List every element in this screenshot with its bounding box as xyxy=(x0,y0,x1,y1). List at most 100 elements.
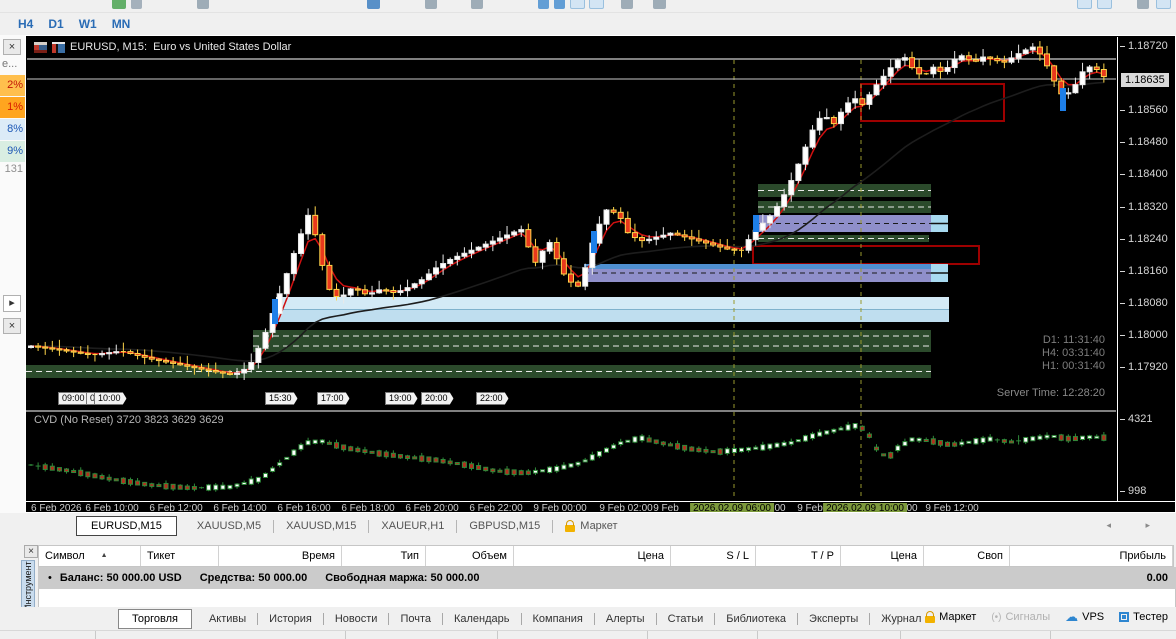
tab-3[interactable]: Почта xyxy=(389,609,442,629)
toolbar-icon[interactable] xyxy=(621,0,633,9)
chart-title: EURUSD, M15: Euro vs United States Dolla… xyxy=(70,41,292,53)
footer-separator xyxy=(900,631,901,639)
column-header-время[interactable]: Время xyxy=(219,546,342,566)
column-header-объем[interactable]: Объем xyxy=(426,546,514,566)
timeframe-d1[interactable]: D1 xyxy=(48,17,63,31)
countdown-line: H1: 00:31:40 xyxy=(1042,360,1105,372)
column-header-прибыль[interactable]: Прибыль xyxy=(1010,546,1173,566)
dock-truncated-label: e... xyxy=(2,58,18,70)
countdown-line: D1: 11:31:40 xyxy=(1042,334,1105,346)
toolbar-icon[interactable] xyxy=(471,0,483,9)
time-label: 6 Feb 22:00 xyxy=(469,503,523,513)
time-label: 9 Feb 00:00 xyxy=(533,503,587,513)
toolbar-icon[interactable] xyxy=(589,0,604,9)
chart-title-bar: EURUSD, M15: Euro vs United States Dolla… xyxy=(34,40,291,54)
toolbar-icon[interactable] xyxy=(1097,0,1112,9)
toolbar-icon[interactable] xyxy=(554,0,565,9)
tab-trade[interactable]: Торговля xyxy=(118,608,192,629)
dock-tab-instrument[interactable]: Инструмент xyxy=(21,560,35,612)
footer-strip xyxy=(0,630,1176,639)
toolbar-icon[interactable] xyxy=(1156,0,1171,9)
sort-asc-icon: ▲ xyxy=(100,552,108,559)
toolbar-icon[interactable] xyxy=(197,0,209,9)
chart-tab[interactable]: GBPUSD,M15 xyxy=(457,517,552,535)
column-header-тип[interactable]: Тип xyxy=(342,546,426,566)
chart-tab-bar: ◂ ▸ EURUSD,M15 XAUUSD,M5 XAUUSD,M15 XAUEUR,… xyxy=(0,513,1176,539)
toolbar-icon[interactable] xyxy=(1077,0,1092,9)
toolbar-icon[interactable] xyxy=(367,0,380,9)
tab-scroll-arrows[interactable]: ◂ ▸ xyxy=(1106,520,1166,531)
chart-tab-active[interactable]: EURUSD,M15 xyxy=(76,516,177,536)
column-header-тикет[interactable]: Тикет xyxy=(141,546,219,566)
chart-window[interactable]: EURUSD, M15: Euro vs United States Dolla… xyxy=(25,35,1176,513)
tab-2[interactable]: Новости xyxy=(324,609,389,629)
tab-9[interactable]: Эксперты xyxy=(798,609,869,629)
chart-tab-market[interactable]: Маркет xyxy=(553,517,629,535)
toolbar-icon[interactable] xyxy=(570,0,585,9)
server-time: Server Time: 12:28:20 xyxy=(996,387,1105,399)
footer-separator xyxy=(1050,631,1051,639)
orders-table-body[interactable] xyxy=(38,589,1176,607)
time-axis[interactable]: 6 Feb 2026 6 Feb 10:00 6 Feb 12:00 6 Feb 14… xyxy=(26,501,1175,513)
timeframe-w1[interactable]: W1 xyxy=(79,17,97,31)
chart-tab[interactable]: XAUUSD,M15 xyxy=(274,517,368,535)
toolbar-icon[interactable] xyxy=(1137,0,1149,9)
time-label: 6 Feb 2026 xyxy=(31,503,82,513)
session-time-tag: 22:00 xyxy=(476,392,509,405)
current-price-label: 1.18635 xyxy=(1121,73,1169,88)
tab-7[interactable]: Статьи xyxy=(657,609,715,629)
orders-table-header[interactable]: Символ ▲ Тикет Время Тип Объем Цена S / LT / PЦ… xyxy=(38,545,1174,567)
lock-icon xyxy=(565,519,576,532)
status-tester-label: Тестер xyxy=(1133,611,1168,623)
column-header-символ[interactable]: Символ ▲ xyxy=(39,546,141,566)
column-header-своп[interactable]: Своп xyxy=(924,546,1010,566)
column-header-t / p[interactable]: T / P xyxy=(756,546,841,566)
close-icon[interactable]: × xyxy=(3,318,21,334)
timeframe-mn[interactable]: MN xyxy=(112,17,131,31)
tab-6[interactable]: Алерты xyxy=(595,609,656,629)
price-axis[interactable]: 1.18720 1.18560 1.18480 1.18400 1.18320 1.182… xyxy=(1117,37,1175,501)
session-time-tag: 17:00 xyxy=(317,392,350,405)
status-vps[interactable]: ☁ VPS xyxy=(1065,610,1104,623)
price-tick: 1.17920 xyxy=(1120,361,1168,373)
toolbar-icon[interactable] xyxy=(653,0,666,9)
balance-row[interactable]: • Баланс: 50 000.00 USD Средства: 50 000.0… xyxy=(38,567,1176,589)
close-icon[interactable]: × xyxy=(24,545,38,558)
time-label: 00 xyxy=(774,503,786,513)
time-label: 9 Feb 12:00 xyxy=(925,503,979,513)
change-badge: 8% xyxy=(0,119,25,140)
column-header-s / l[interactable]: S / L xyxy=(671,546,756,566)
price-tick: 1.18720 xyxy=(1120,40,1168,52)
tab-4[interactable]: Календарь xyxy=(443,609,521,629)
tab-5[interactable]: Компания xyxy=(522,609,594,629)
top-toolbar xyxy=(0,0,1176,13)
free-margin-value: Свободная маржа: 50 000.00 xyxy=(325,572,480,584)
toolbar-icon[interactable] xyxy=(538,0,549,9)
price-chart[interactable] xyxy=(26,36,1176,513)
toolbar-icon[interactable] xyxy=(131,0,142,9)
tester-chip-icon xyxy=(1119,612,1130,622)
chart-tab[interactable]: XAUEUR,H1 xyxy=(369,517,456,535)
session-time-tag: 19:00 xyxy=(385,392,418,405)
status-tester[interactable]: Тестер xyxy=(1119,611,1168,623)
expand-arrow-icon[interactable]: ▸ xyxy=(3,295,21,312)
timeframe-bar: H4 D1 W1 MN xyxy=(0,13,1176,35)
signal-icon: (•) xyxy=(991,611,1002,623)
close-icon[interactable]: × xyxy=(3,39,21,55)
status-signals[interactable]: (•) Сигналы xyxy=(991,611,1050,623)
toolbar-icon[interactable] xyxy=(112,0,126,9)
tab-8[interactable]: Библиотека xyxy=(715,609,797,629)
countdown-line: H4: 03:31:40 xyxy=(1042,347,1105,359)
column-header-цена[interactable]: Цена xyxy=(841,546,924,566)
profit-value: 0.00 xyxy=(1146,572,1168,584)
timeframe-h4[interactable]: H4 xyxy=(18,17,33,31)
status-market[interactable]: Маркет xyxy=(925,610,976,623)
column-header-цена[interactable]: Цена xyxy=(514,546,671,566)
chart-tab[interactable]: XAUUSD,M5 xyxy=(185,517,273,535)
price-tick: 1.18160 xyxy=(1120,264,1168,277)
tab-1[interactable]: История xyxy=(258,609,323,629)
change-badge: 9% xyxy=(0,141,25,162)
toolbar-icon[interactable] xyxy=(425,0,437,9)
tab-0[interactable]: Активы xyxy=(198,609,257,629)
depth-of-market-icon xyxy=(34,41,47,53)
